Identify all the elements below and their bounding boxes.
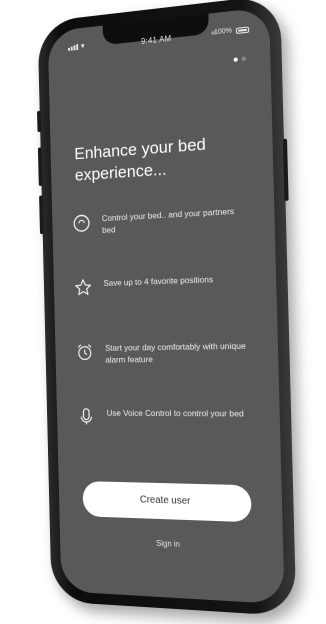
sign-in-link[interactable]: Sign in (60, 535, 283, 554)
product-mockup: ▾ 9:41 AM ∞ 100% Enhance your bed experi… (0, 0, 326, 624)
feature-text: Start your day comfortably with unique a… (105, 339, 252, 365)
feature-item: Control your bed.. and your partners bed (72, 204, 257, 279)
status-time: 9:41 AM (141, 34, 171, 46)
create-user-button[interactable]: Create user (82, 481, 251, 522)
feature-item: Use Voice Control to control your bed (77, 407, 263, 475)
phone-device: ▾ 9:41 AM ∞ 100% Enhance your bed experi… (38, 0, 297, 616)
feature-list: Control your bed.. and your partners bed… (72, 204, 263, 476)
dial-icon (72, 213, 91, 233)
battery-icon (236, 26, 249, 34)
battery-percentage: 100% (214, 27, 232, 36)
microphone-icon (77, 407, 96, 427)
page-dot (242, 57, 246, 61)
cellular-signal-icon (68, 44, 78, 51)
page-dot-active (234, 57, 238, 61)
feature-text: Control your bed.. and your partners bed (102, 204, 249, 236)
star-icon (74, 278, 93, 298)
mute-switch (37, 111, 41, 132)
feature-item: Save up to 4 favorite positions (74, 271, 259, 342)
alarm-clock-icon (75, 342, 94, 362)
feature-text: Use Voice Control to control your bed (107, 407, 254, 420)
wifi-icon: ▾ (81, 41, 85, 50)
power-button (283, 139, 289, 201)
onboarding-title: Enhance your bed experience... (74, 131, 239, 187)
page-indicator (234, 57, 246, 62)
feature-item: Start your day comfortably with unique a… (75, 339, 261, 407)
app-screen: ▾ 9:41 AM ∞ 100% Enhance your bed experi… (48, 7, 285, 605)
